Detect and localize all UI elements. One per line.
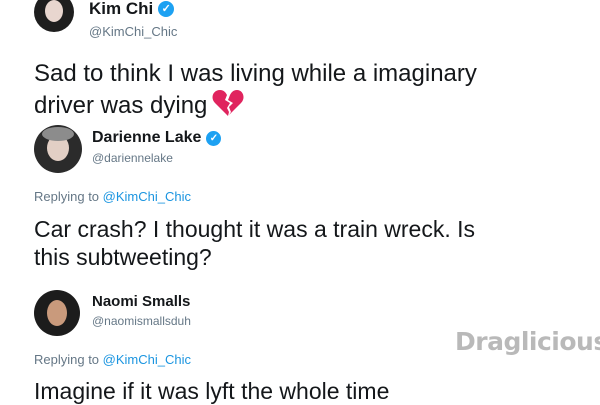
tweet-text-line: this subtweeting? — [34, 244, 212, 271]
tweet-text: Imagine if it was lyft the whole time — [34, 377, 389, 405]
tweet-text-line: Imagine if it was lyft the whole time — [34, 378, 390, 404]
watermark-logo: Draglicious — [455, 327, 600, 356]
author-name[interactable]: Darienne Lake — [92, 129, 201, 147]
broken-heart-icon — [211, 88, 245, 125]
author-row: Darienne Lake ✓ — [92, 129, 222, 147]
author-handle[interactable]: @KimChi_Chic — [89, 24, 177, 39]
replying-to-label: Replying to — [34, 189, 100, 204]
avatar[interactable] — [34, 0, 74, 32]
author-handle[interactable]: @naomismallsduh — [92, 314, 191, 328]
tweet-text: Sad to think I was living while a imagin… — [34, 59, 477, 126]
verified-badge-icon: ✓ — [206, 130, 222, 146]
reply-mention-link[interactable]: @KimChi_Chic — [103, 352, 191, 367]
author-row: Kim Chi ✓ — [89, 0, 175, 19]
verified-badge-icon: ✓ — [158, 1, 175, 17]
avatar[interactable] — [34, 290, 80, 336]
tweet-text-line: Car crash? I thought it was a train wrec… — [34, 216, 476, 242]
avatar-hair — [42, 127, 74, 141]
avatar[interactable] — [34, 125, 82, 173]
author-name[interactable]: Naomi Smalls — [92, 293, 190, 310]
tweet-text-segment: driver was dying — [34, 92, 208, 120]
replying-to: Replying to @KimChi_Chic — [34, 352, 191, 367]
tweet-text-line: driver was dying — [34, 88, 477, 125]
author-name[interactable]: Kim Chi — [89, 0, 153, 19]
avatar-face — [45, 0, 63, 22]
reply-mention-link[interactable]: @KimChi_Chic — [103, 189, 191, 204]
avatar-face — [47, 300, 67, 326]
author-row: Naomi Smalls — [92, 293, 190, 310]
replying-to-label: Replying to — [34, 352, 100, 367]
author-handle[interactable]: @darienne­lake — [92, 151, 173, 165]
tweet-text-line: Sad to think I was living while a imagin… — [34, 60, 477, 87]
replying-to: Replying to @KimChi_Chic — [34, 189, 191, 204]
tweet-text: Car crash? I thought it was a train wrec… — [34, 215, 475, 271]
